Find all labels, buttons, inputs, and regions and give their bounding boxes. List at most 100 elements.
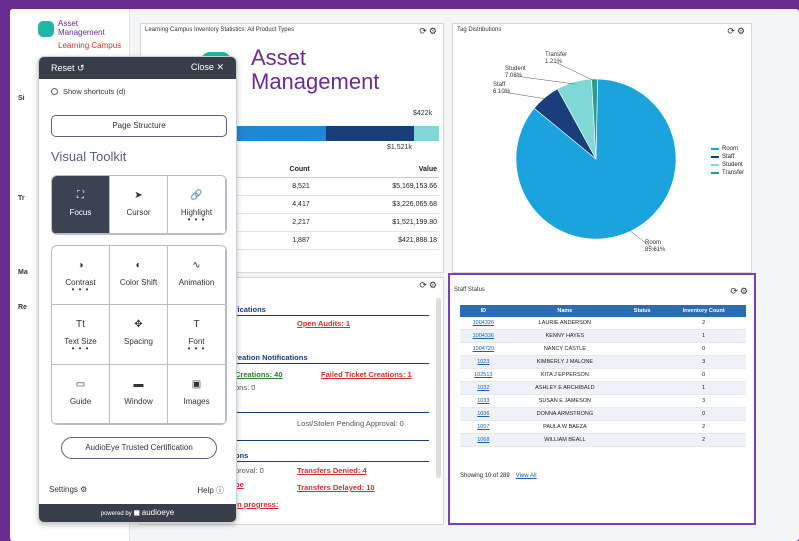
page-structure-button[interactable]: Page Structure: [51, 115, 227, 137]
legend-item[interactable]: Staff: [711, 154, 744, 160]
staff-id[interactable]: 1004336: [473, 333, 494, 339]
staff-status: [623, 329, 662, 343]
shortcuts-toggle[interactable]: Show shortcuts (d): [51, 87, 126, 96]
open-audits-link[interactable]: Open Audits: 1: [297, 319, 350, 328]
tool-animation-button[interactable]: ∿ Animation: [168, 246, 226, 306]
slice-value-label: 1.21%: [545, 59, 563, 65]
column-header[interactable]: Name: [506, 305, 624, 317]
tool-window-button[interactable]: ▬ Window: [110, 364, 168, 424]
staff-id-link[interactable]: 1023: [460, 355, 507, 369]
inventory-count: 1: [661, 329, 746, 343]
transfers-denied-link[interactable]: Transfers Denied: 4: [297, 466, 367, 475]
tool-text-size-button[interactable]: Tt Text Size • • •: [52, 305, 110, 365]
legend-item[interactable]: Room: [711, 146, 744, 152]
table-row: 1036 DONNA ARMSTRONG 0: [460, 407, 746, 421]
tool-guide-button[interactable]: ▭ Guide: [52, 364, 110, 424]
staff-id-link[interactable]: 1033: [460, 394, 507, 408]
staff-id[interactable]: 1033: [477, 398, 489, 404]
logo-mark-icon: [38, 21, 54, 37]
column-header[interactable]: Inventory Count: [661, 305, 746, 317]
staff-id-link[interactable]: 1004720: [460, 342, 507, 356]
staff-id-link[interactable]: 1036: [460, 407, 507, 421]
certification-button[interactable]: AudioEye Trusted Certification: [61, 437, 217, 459]
tool-cursor-button[interactable]: ➤ Cursor: [110, 176, 168, 234]
tool-focus-button[interactable]: ⛶ Focus: [52, 176, 110, 234]
sidebar-section-label[interactable]: Ma: [18, 269, 28, 276]
sidebar-section-label[interactable]: Re: [18, 304, 27, 311]
transfers-delayed-link[interactable]: Transfers Delayed: 10: [297, 483, 375, 492]
staff-name: WILLIAM BEALL: [506, 433, 624, 447]
powered-by-bar[interactable]: powered by ◼ audioeye: [39, 504, 236, 522]
app-frame: Asset Management Learning Campus Si Tr M…: [10, 9, 799, 541]
divider: [233, 363, 429, 364]
stats-table: Count Value y8,521$5,169,153.66 4,417$3,…: [229, 162, 439, 250]
staff-name: NANCY CASTLE: [506, 342, 624, 356]
pagination-text: Showing 10 of 289: [460, 473, 510, 479]
tool-images-button[interactable]: ▣ Images: [168, 364, 226, 424]
logo-line2: Management: [58, 28, 105, 37]
staff-id[interactable]: 102513: [474, 372, 492, 378]
staff-status: [623, 433, 662, 447]
audioeye-logo-icon: ◼: [133, 508, 141, 517]
tool-highlight-button[interactable]: 🔗 Highlight • • •: [168, 176, 226, 234]
slice-value-label: 7.08%: [505, 73, 523, 79]
logo-line1: Asset: [58, 19, 79, 28]
scrollbar[interactable]: [436, 298, 441, 478]
legend-label: Staff: [722, 154, 735, 160]
settings-button[interactable]: Settings ⚙: [49, 485, 87, 494]
tool-contrast-button[interactable]: ◑ Contrast • • •: [52, 246, 110, 306]
staff-name: KIMBERLY J MALONE: [506, 355, 624, 369]
value-stacked-bar: [229, 126, 439, 141]
chart-legend: Room Staff Student Transfer: [711, 146, 744, 178]
view-all-link[interactable]: View All: [516, 473, 537, 479]
primary-tools-grid: ⛶ Focus ➤ Cursor 🔗 Highlight • • •: [51, 175, 227, 235]
creations-link[interactable]: Creations: 40: [235, 370, 283, 379]
close-label: Close: [190, 62, 214, 72]
staff-id-link[interactable]: 1004326: [460, 317, 507, 330]
sidebar-section-label[interactable]: Si: [18, 95, 25, 102]
column-header[interactable]: ID: [460, 305, 507, 317]
staff-id[interactable]: 1004326: [473, 320, 494, 326]
inventory-count: 2: [661, 317, 746, 330]
staff-id-link[interactable]: 1004336: [460, 329, 507, 343]
failed-creations-link[interactable]: Failed Ticket Creations: 1: [321, 370, 412, 379]
staff-id[interactable]: 1004720: [473, 346, 494, 352]
staff-status: [623, 381, 662, 395]
visual-tools-grid: ◑ Contrast • • • ◐ Color Shift ∿ Animation Tt Te…: [51, 245, 227, 425]
slice-label: Student: [505, 66, 526, 72]
legend-item[interactable]: Student: [711, 162, 744, 168]
inventory-count: 0: [661, 407, 746, 421]
staff-id-link[interactable]: 1057: [460, 420, 507, 434]
staff-id-link[interactable]: 1032: [460, 381, 507, 395]
table-row: 1004336 KENNY HAYES 1: [460, 329, 746, 343]
staff-id[interactable]: 1036: [477, 411, 489, 417]
staff-table: ID Name Status Inventory Count 1004326 LA…: [460, 305, 746, 447]
staff-id[interactable]: 1032: [477, 385, 489, 391]
notif-heading: ons: [235, 451, 249, 460]
help-button[interactable]: Help ⓘ: [197, 485, 224, 496]
sidebar-section-label[interactable]: Tr: [18, 195, 25, 202]
staff-id-link[interactable]: 102513: [460, 368, 507, 382]
in-progress-link[interactable]: In progress:: [235, 500, 278, 509]
reset-button[interactable]: Reset ↺: [51, 63, 85, 74]
staff-id[interactable]: 1023: [477, 359, 489, 365]
staff-status: [623, 368, 662, 382]
widget-controls[interactable]: ⟳⚙: [730, 286, 750, 297]
column-header[interactable]: Status: [623, 305, 662, 317]
widget-controls[interactable]: ⟳⚙: [419, 280, 439, 291]
shortcuts-checkbox[interactable]: [51, 88, 58, 95]
color-shift-icon: ◐: [135, 260, 142, 271]
widget-controls[interactable]: ⟳⚙: [419, 26, 439, 37]
inventory-count: 1: [661, 381, 746, 395]
staff-id[interactable]: 1068: [477, 437, 489, 443]
tool-spacing-button[interactable]: ✥ Spacing: [110, 305, 168, 365]
slice-label: Room: [645, 240, 661, 246]
cell-value: $421,888.18: [311, 231, 439, 250]
staff-id-link[interactable]: 1068: [460, 433, 507, 447]
bar-value-label: $422k: [413, 110, 433, 117]
legend-item[interactable]: Transfer: [711, 170, 744, 176]
tool-color-shift-button[interactable]: ◐ Color Shift: [110, 246, 168, 306]
close-button[interactable]: Close ✕: [191, 62, 224, 73]
tool-font-button[interactable]: T Font • • •: [168, 305, 226, 365]
staff-id[interactable]: 1057: [477, 424, 489, 430]
